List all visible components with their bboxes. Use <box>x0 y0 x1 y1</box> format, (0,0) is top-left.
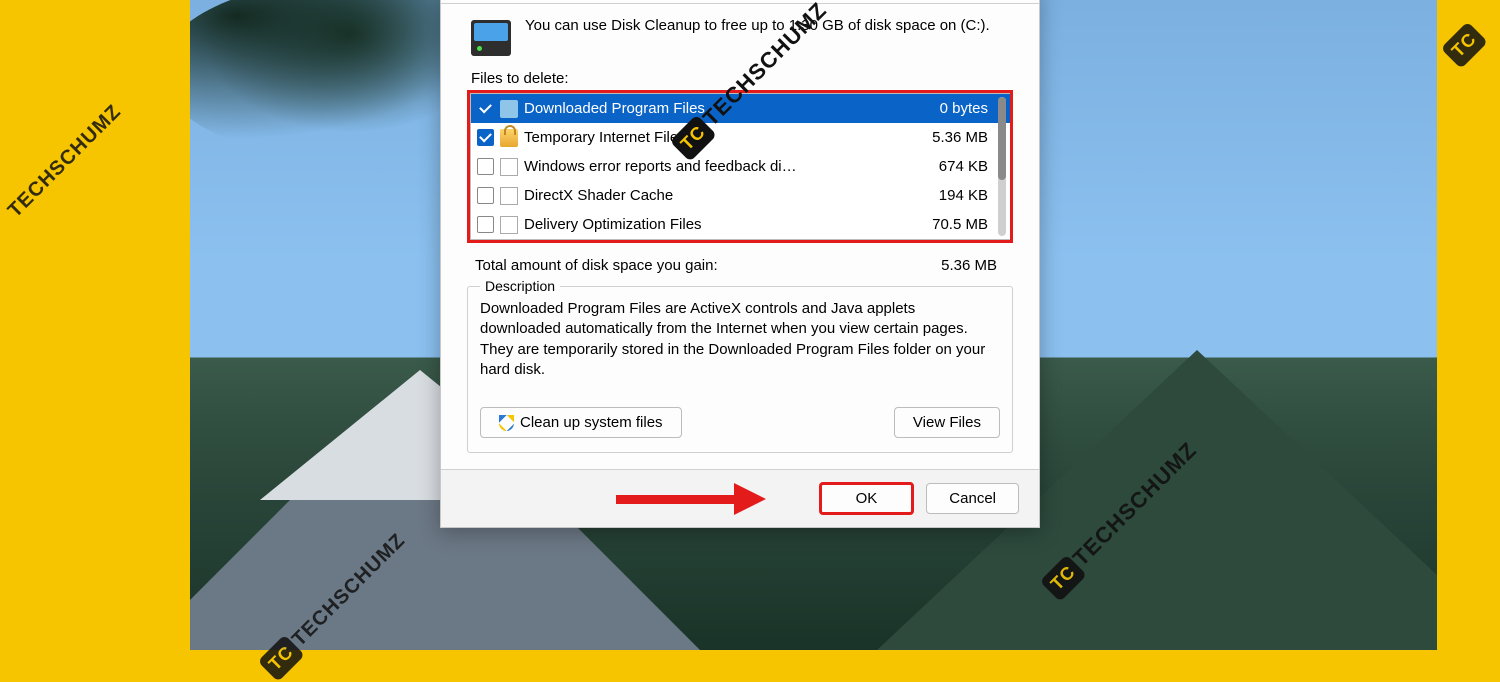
dialog-footer: OK Cancel <box>441 469 1039 527</box>
total-gain-value: 5.36 MB <box>941 257 997 274</box>
cancel-button-label: Cancel <box>949 490 996 507</box>
file-category-checkbox[interactable] <box>477 100 494 117</box>
file-category-label: Temporary Internet Files <box>524 129 902 146</box>
file-category-row[interactable]: DirectX Shader Cache 194 KB <box>471 181 1010 210</box>
ok-button[interactable]: OK <box>819 482 915 515</box>
file-category-size: 194 KB <box>908 187 988 204</box>
file-category-row[interactable]: Temporary Internet Files 5.36 MB <box>471 123 1010 152</box>
description-groupbox: Description Downloaded Program Files are… <box>467 286 1013 453</box>
cleanup-system-files-button[interactable]: Clean up system files <box>480 407 682 438</box>
files-listbox[interactable]: Downloaded Program Files 0 bytes Temporary… <box>470 93 1010 240</box>
files-to-delete-label: Files to delete: <box>471 70 1019 87</box>
file-category-size: 5.36 MB <box>908 129 988 146</box>
file-category-size: 70.5 MB <box>908 216 988 233</box>
file-category-label: Windows error reports and feedback di… <box>524 158 902 175</box>
intro-text: You can use Disk Cleanup to free up to 1… <box>525 16 990 36</box>
annotation-arrow <box>616 488 766 510</box>
file-category-row[interactable]: Windows error reports and feedback di… 67… <box>471 152 1010 181</box>
yellow-bar-right <box>1437 0 1500 650</box>
file-icon <box>500 158 518 176</box>
file-icon <box>500 216 518 234</box>
folder-icon <box>500 100 518 118</box>
file-category-size: 0 bytes <box>908 100 988 117</box>
file-category-label: Delivery Optimization Files <box>524 216 902 233</box>
yellow-bar-left <box>0 0 190 650</box>
disk-cleanup-dialog: You can use Disk Cleanup to free up to 1… <box>440 0 1040 528</box>
file-category-label: DirectX Shader Cache <box>524 187 902 204</box>
file-category-size: 674 KB <box>908 158 988 175</box>
view-files-label: View Files <box>913 414 981 431</box>
list-scrollbar[interactable] <box>998 97 1006 236</box>
cancel-button[interactable]: Cancel <box>926 483 1019 514</box>
file-category-checkbox[interactable] <box>477 158 494 175</box>
cleanup-system-files-label: Clean up system files <box>520 414 663 431</box>
total-gain-label: Total amount of disk space you gain: <box>475 257 941 274</box>
file-category-checkbox[interactable] <box>477 216 494 233</box>
drive-icon <box>471 20 511 56</box>
file-category-row[interactable]: Delivery Optimization Files 70.5 MB <box>471 210 1010 239</box>
lock-icon <box>500 129 518 147</box>
file-category-row[interactable]: Downloaded Program Files 0 bytes <box>471 94 1010 123</box>
file-category-label: Downloaded Program Files <box>524 100 902 117</box>
view-files-button[interactable]: View Files <box>894 407 1000 438</box>
ok-button-label: OK <box>856 490 878 507</box>
file-icon <box>500 187 518 205</box>
file-category-checkbox[interactable] <box>477 187 494 204</box>
file-category-checkbox[interactable] <box>477 129 494 146</box>
description-heading: Description <box>480 278 560 294</box>
description-text: Downloaded Program Files are ActiveX con… <box>480 299 1000 389</box>
files-list-highlight: Downloaded Program Files 0 bytes Temporary… <box>467 90 1013 243</box>
uac-shield-icon <box>499 415 514 431</box>
